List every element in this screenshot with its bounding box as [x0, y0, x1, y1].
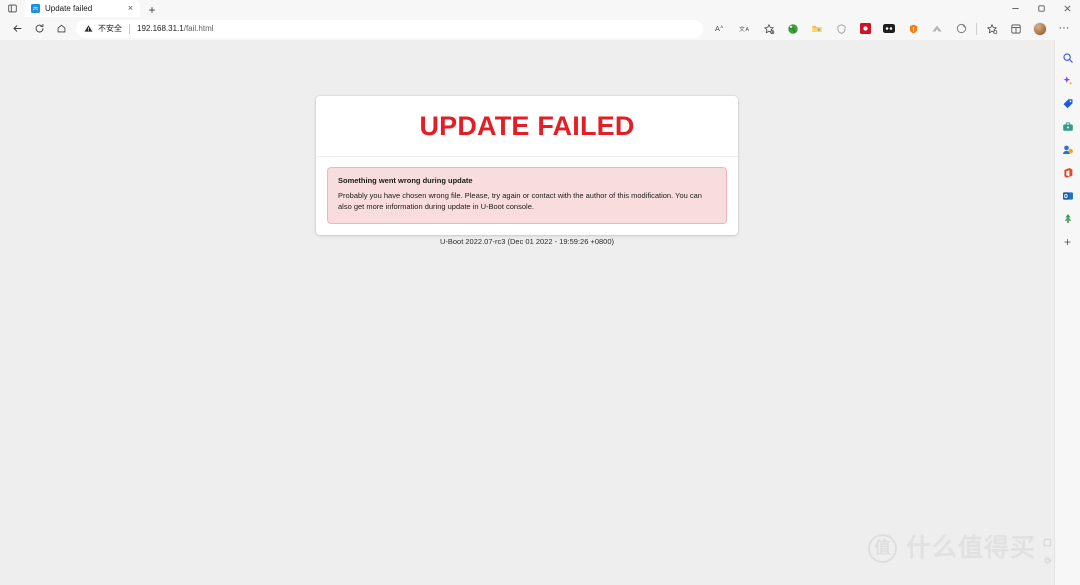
- uboot-version-footer: U-Boot 2022.07-rc3 (Dec 01 2022 - 19:59:…: [439, 237, 615, 246]
- watermark-logo: 值: [867, 534, 897, 563]
- extension-gray-icon[interactable]: [925, 19, 949, 39]
- svg-text:A: A: [745, 27, 749, 33]
- favorites-icon[interactable]: [980, 19, 1004, 39]
- collections-icon[interactable]: [1004, 19, 1028, 39]
- sidebar-office-icon[interactable]: [1056, 161, 1080, 184]
- corner-overlay: [1043, 538, 1052, 567]
- browser-window: Update failed × + 不安全 192.168.31.1/fail.…: [0, 0, 1080, 585]
- sidebar-copilot-icon[interactable]: [1056, 69, 1080, 92]
- sidebar-tools-icon[interactable]: [1056, 115, 1080, 138]
- url-path: /fail.html: [183, 24, 214, 33]
- avatar-image: [1033, 21, 1047, 36]
- page-title: UPDATE FAILED: [419, 111, 635, 141]
- read-aloud-icon[interactable]: A A: [709, 19, 733, 39]
- sidebar-games-icon[interactable]: [1056, 138, 1080, 161]
- extension-red-square-glyph: [859, 23, 871, 34]
- tab-close-icon[interactable]: ×: [125, 3, 136, 14]
- address-bar-url: 192.168.31.1/fail.html: [137, 24, 214, 33]
- svg-text:A: A: [720, 24, 723, 29]
- window-controls: [1002, 0, 1080, 17]
- sidebar-add-label: +: [1063, 234, 1071, 249]
- extension-orange-shield-icon[interactable]: [901, 19, 925, 39]
- new-tab-button[interactable]: +: [143, 2, 161, 17]
- error-alert: Something went wrong during update Proba…: [327, 166, 727, 224]
- omnibox-divider: [129, 23, 130, 34]
- edge-sidebar: +: [1054, 40, 1080, 585]
- page-icon: [31, 4, 40, 13]
- alert-body-text: Probably you have chosen wrong file. Ple…: [338, 190, 702, 212]
- back-icon[interactable]: [6, 19, 28, 39]
- home-icon[interactable]: [50, 19, 72, 39]
- toolbar-right-icons: A A 文 A ···: [709, 19, 1076, 39]
- svg-text:文: 文: [739, 25, 745, 33]
- sidebar-search-icon[interactable]: [1056, 46, 1080, 69]
- browser-tab[interactable]: Update failed ×: [25, 0, 140, 17]
- extension-red-square-icon[interactable]: [853, 19, 877, 39]
- profile-avatar[interactable]: [1028, 19, 1052, 39]
- address-bar[interactable]: 不安全 192.168.31.1/fail.html: [76, 19, 703, 38]
- watermark: 值 什么值得买: [867, 534, 1036, 563]
- sidebar-holiday-icon[interactable]: [1056, 207, 1080, 230]
- browser-viewport: UPDATE FAILED Something went wrong durin…: [0, 40, 1080, 585]
- maximize-button[interactable]: [1028, 0, 1054, 17]
- update-status-card: UPDATE FAILED Something went wrong durin…: [316, 96, 738, 235]
- card-header: UPDATE FAILED: [316, 96, 738, 157]
- tab-strip: Update failed × +: [0, 0, 1080, 17]
- web-page-content: UPDATE FAILED Something went wrong durin…: [0, 40, 1054, 585]
- minimize-button[interactable]: [1002, 0, 1028, 17]
- tab-title: Update failed: [45, 3, 93, 13]
- sidebar-add-button[interactable]: +: [1056, 230, 1080, 253]
- watermark-text: 什么值得买: [905, 534, 1036, 562]
- sidebar-outlook-icon[interactable]: [1056, 184, 1080, 207]
- extension-dark-icon[interactable]: [877, 19, 901, 39]
- corner-mark-icon: [1043, 538, 1052, 549]
- extension-circle-icon[interactable]: [949, 19, 973, 39]
- card-body: Something went wrong during update Proba…: [316, 157, 738, 235]
- browser-toolbar: 不安全 192.168.31.1/fail.html A A 文 A ···: [0, 17, 1080, 40]
- security-status-label: 不安全: [98, 24, 122, 33]
- more-dots-glyph: ···: [1058, 22, 1070, 34]
- refresh-icon[interactable]: [28, 19, 50, 39]
- extension-folder-icon[interactable]: [805, 19, 829, 39]
- extension-shield-icon[interactable]: [829, 19, 853, 39]
- tab-actions-button[interactable]: [0, 0, 25, 17]
- not-secure-warning-icon: [84, 24, 93, 33]
- toolbar-divider: [976, 22, 977, 35]
- svg-text:A: A: [715, 24, 720, 33]
- translate-icon[interactable]: 文 A: [733, 19, 757, 39]
- add-favorite-icon[interactable]: [757, 19, 781, 39]
- close-button[interactable]: [1054, 0, 1080, 17]
- alert-heading: Something went wrong during update: [338, 175, 473, 185]
- settings-more-icon[interactable]: ···: [1052, 19, 1076, 39]
- url-host: 192.168.31.1: [137, 24, 184, 33]
- extension-globe-icon[interactable]: [781, 19, 805, 39]
- sidebar-shopping-icon[interactable]: [1056, 92, 1080, 115]
- corner-gear-icon: [1043, 556, 1052, 567]
